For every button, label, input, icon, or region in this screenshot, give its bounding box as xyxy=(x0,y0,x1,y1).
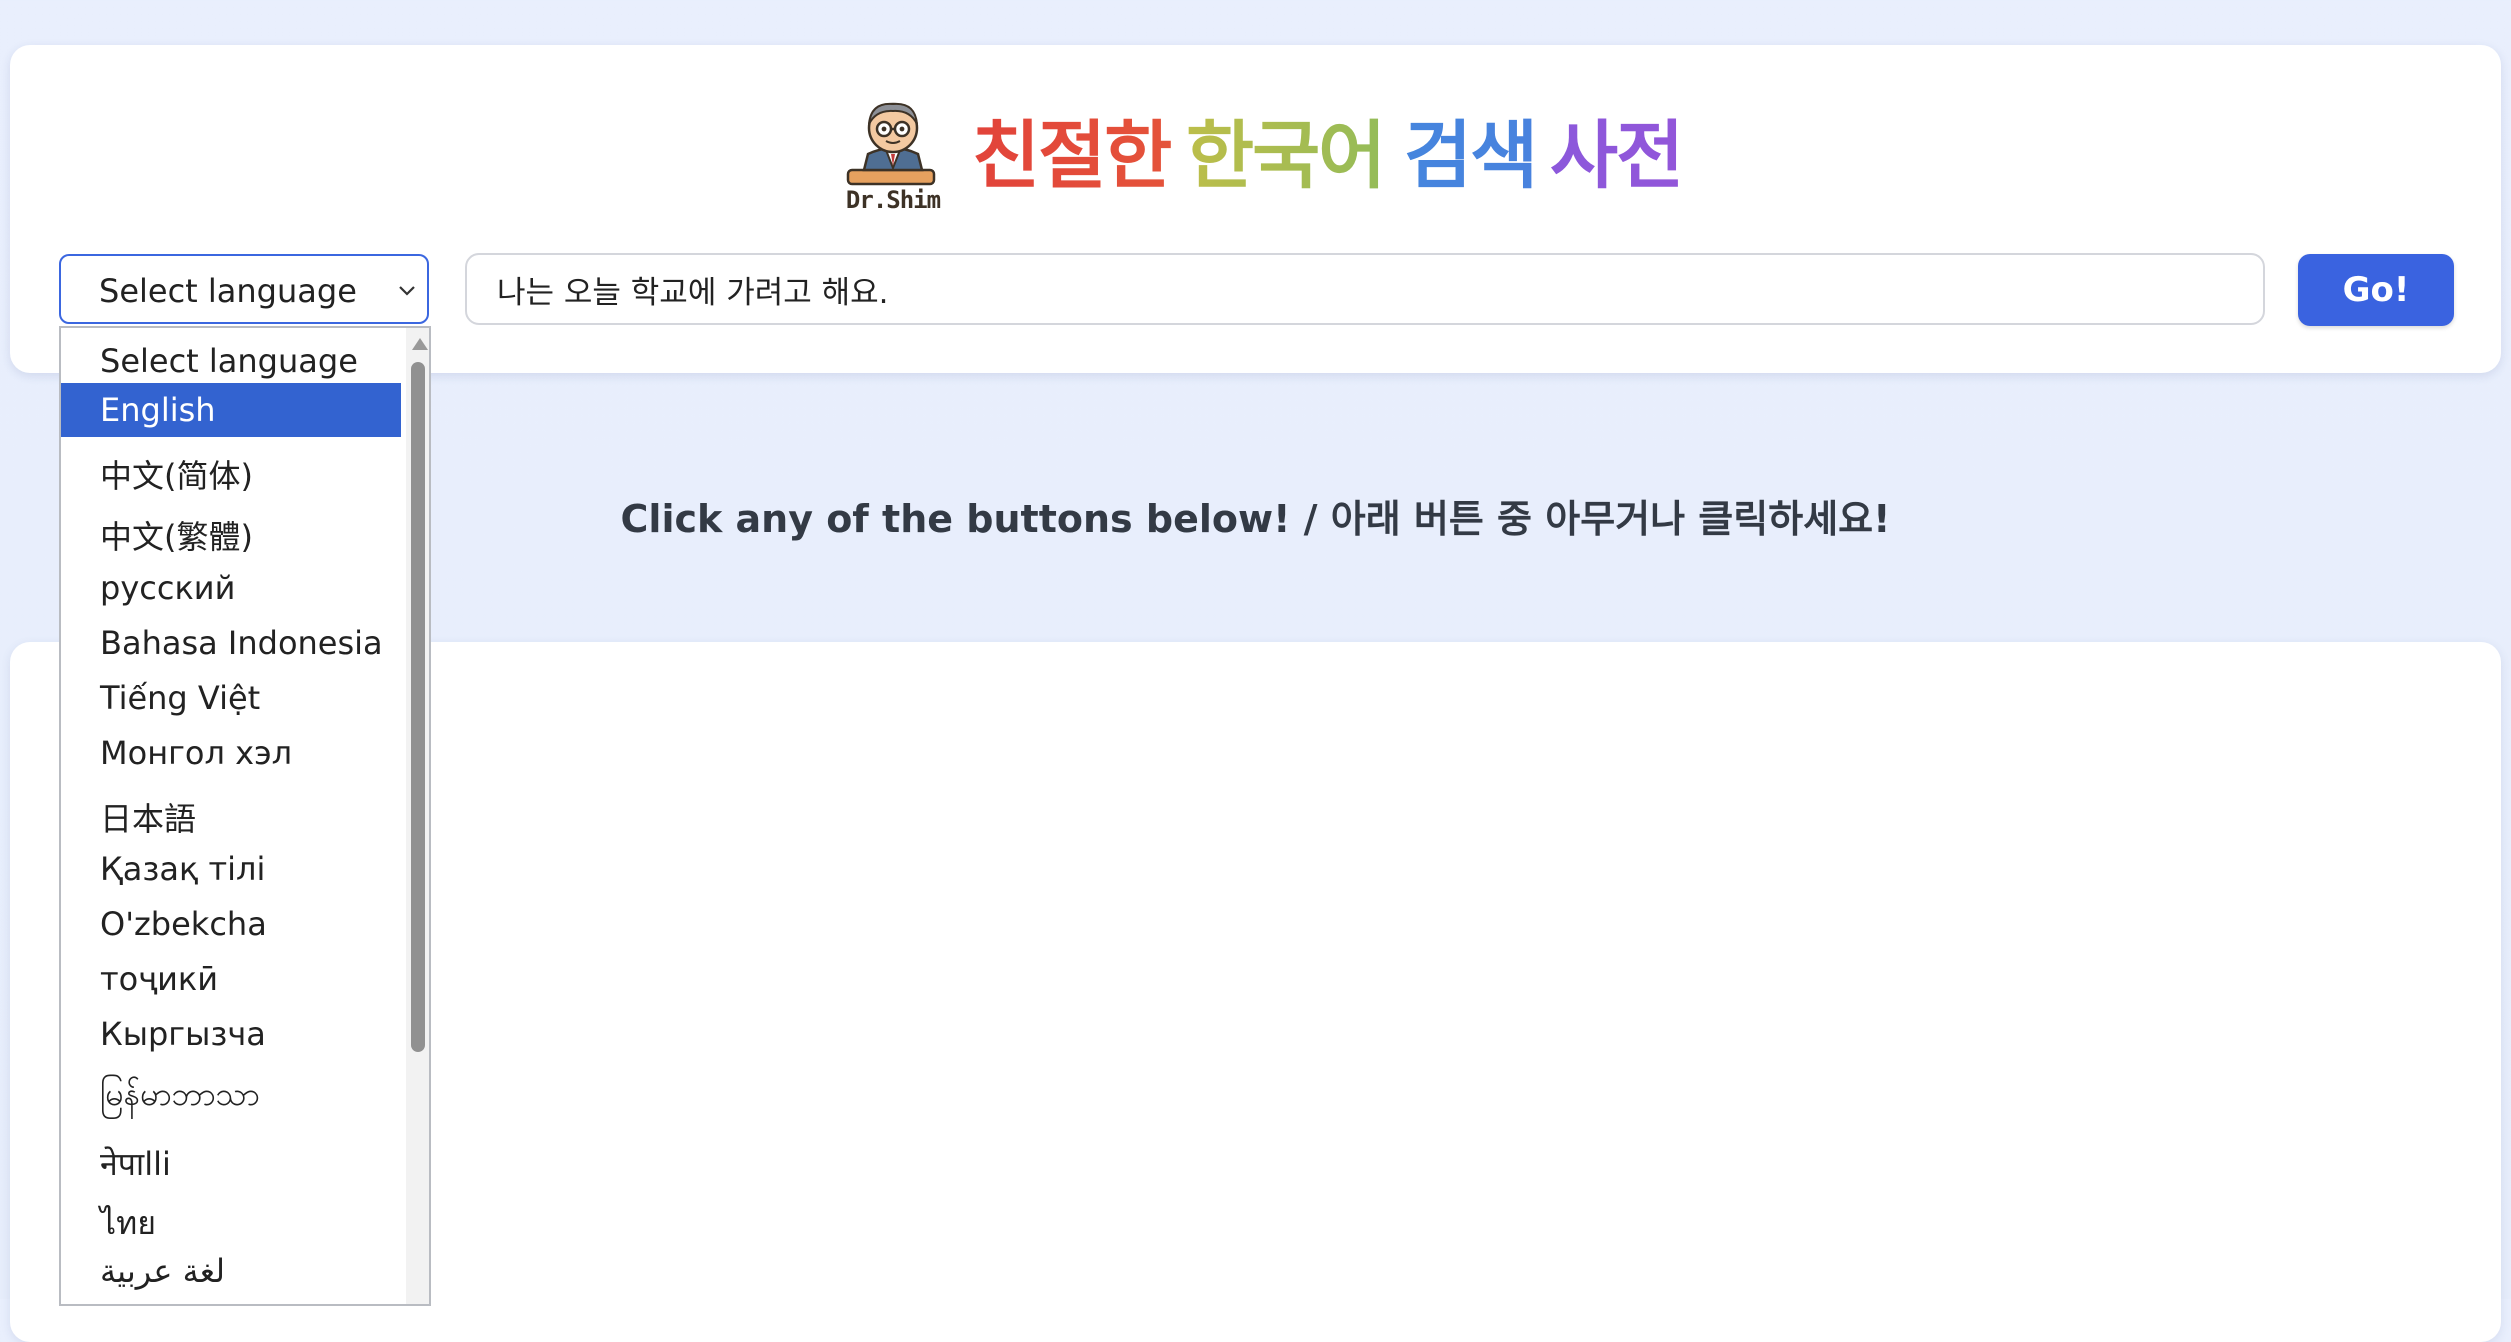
language-option[interactable]: O'zbekcha xyxy=(61,897,401,951)
language-option[interactable]: 中文(简体) xyxy=(61,443,401,497)
language-option[interactable]: тоҷикӣ xyxy=(61,952,401,1006)
language-option[interactable]: Bahasa Indonesia xyxy=(61,616,401,670)
language-option[interactable]: ไทย xyxy=(61,1190,401,1244)
go-button[interactable]: Go! xyxy=(2298,254,2454,326)
dropdown-scrollbar-thumb[interactable] xyxy=(411,362,425,1052)
page-title: 친절한 한국어 검색 사전 xyxy=(972,103,1684,203)
dr-shim-logo: Dr.Shim xyxy=(838,98,948,216)
language-select[interactable]: Select language xyxy=(59,254,429,324)
page-title-gradient-text: 친절한 한국어 검색 사전 xyxy=(972,113,1684,199)
scroll-up-arrow-icon[interactable] xyxy=(412,338,428,350)
title-word: 한국어 xyxy=(1186,113,1384,199)
language-dropdown-list[interactable]: Select language English 中文(简体) 中文(繁體) ру… xyxy=(59,326,431,1306)
search-input[interactable] xyxy=(465,253,2265,325)
language-option[interactable]: Монгол хэл xyxy=(61,726,401,780)
language-option[interactable]: Tiếng Việt xyxy=(61,671,401,725)
title-word: 검색 xyxy=(1404,113,1536,199)
language-option[interactable]: Кыргызча xyxy=(61,1007,401,1061)
title-word: 사전 xyxy=(1550,113,1682,199)
language-option[interactable]: لغة عربية xyxy=(61,1244,401,1298)
language-option[interactable]: မြန်မာဘာသာ xyxy=(61,1065,401,1119)
language-select-label: Select language xyxy=(99,272,357,310)
svg-text:친절한 한국어 검색 사: 친절한 한국어 검색 사전 xyxy=(972,113,1682,199)
language-option-selected[interactable]: English xyxy=(61,383,401,437)
chevron-down-icon xyxy=(399,286,415,296)
teacher-avatar-icon xyxy=(846,102,936,186)
language-option[interactable]: 日本語 xyxy=(61,786,401,840)
language-option[interactable]: Қазақ тілі xyxy=(61,842,401,896)
logo-text: Dr.Shim xyxy=(845,186,941,214)
language-option[interactable]: Select language xyxy=(61,334,401,388)
language-option[interactable]: नेपाlli xyxy=(61,1134,401,1188)
language-option[interactable]: 中文(繁體) xyxy=(61,504,401,558)
title-word: 친절한 xyxy=(972,113,1171,199)
language-option[interactable]: русский xyxy=(61,561,401,615)
